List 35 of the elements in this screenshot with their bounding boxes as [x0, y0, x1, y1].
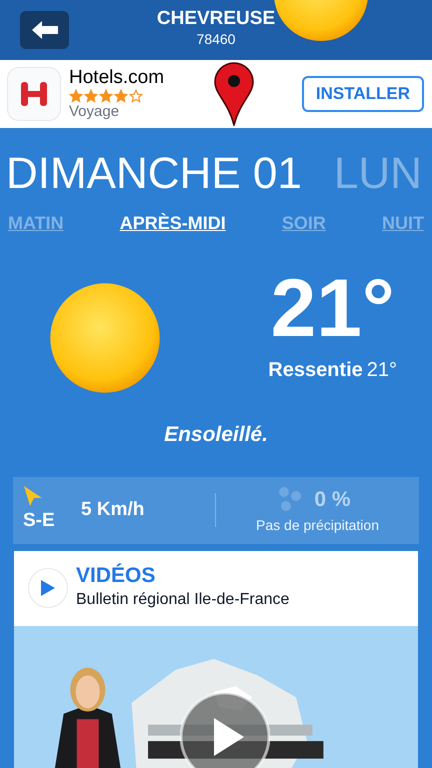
video-subtitle: Bulletin régional Ile-de-France — [76, 590, 290, 610]
day-tab[interactable]: LUN — [334, 150, 422, 198]
app-logo-icon — [7, 67, 61, 121]
period-tab[interactable]: SOIR — [282, 210, 326, 237]
star-icon — [84, 89, 98, 103]
sun-icon — [48, 281, 162, 395]
precipitation-value: 0 % — [314, 486, 351, 513]
star-icon — [99, 89, 113, 103]
wind-direction: S-E — [23, 508, 55, 533]
back-button[interactable] — [20, 11, 69, 49]
app-name: Hotels.com — [69, 67, 164, 89]
video-play-icon — [180, 692, 270, 768]
play-icon — [41, 580, 55, 596]
wind-speed: 5 Km/h — [81, 498, 146, 522]
feels-like-value: 21° — [366, 358, 397, 383]
period-tab[interactable]: APRÈS-MIDI — [120, 210, 226, 237]
city-name: CHEVREUSE — [156, 8, 276, 30]
star-icon — [69, 89, 83, 103]
back-arrow-icon — [32, 21, 58, 39]
period-tab[interactable]: MATIN — [8, 210, 64, 237]
feels-like-label: Ressentie — [268, 358, 363, 383]
wind-arrow-icon — [23, 484, 43, 507]
day-tab[interactable]: DIMANCHE 01 — [6, 150, 302, 198]
star-icon — [114, 89, 128, 103]
temperature: 21° — [270, 267, 395, 351]
period-tab[interactable]: NUIT — [382, 210, 424, 237]
map-pin-icon — [214, 62, 254, 126]
play-button[interactable] — [28, 568, 68, 608]
star-icon — [129, 89, 143, 103]
videos-title: VIDÉOS — [76, 564, 156, 588]
app-category: Voyage — [69, 103, 120, 121]
precipitation-label: Pas de précipitation — [256, 516, 379, 536]
weather-condition: Ensoleillé. — [164, 422, 268, 448]
install-button[interactable]: INSTALLER — [302, 76, 424, 112]
postcode: 78460 — [196, 30, 236, 48]
